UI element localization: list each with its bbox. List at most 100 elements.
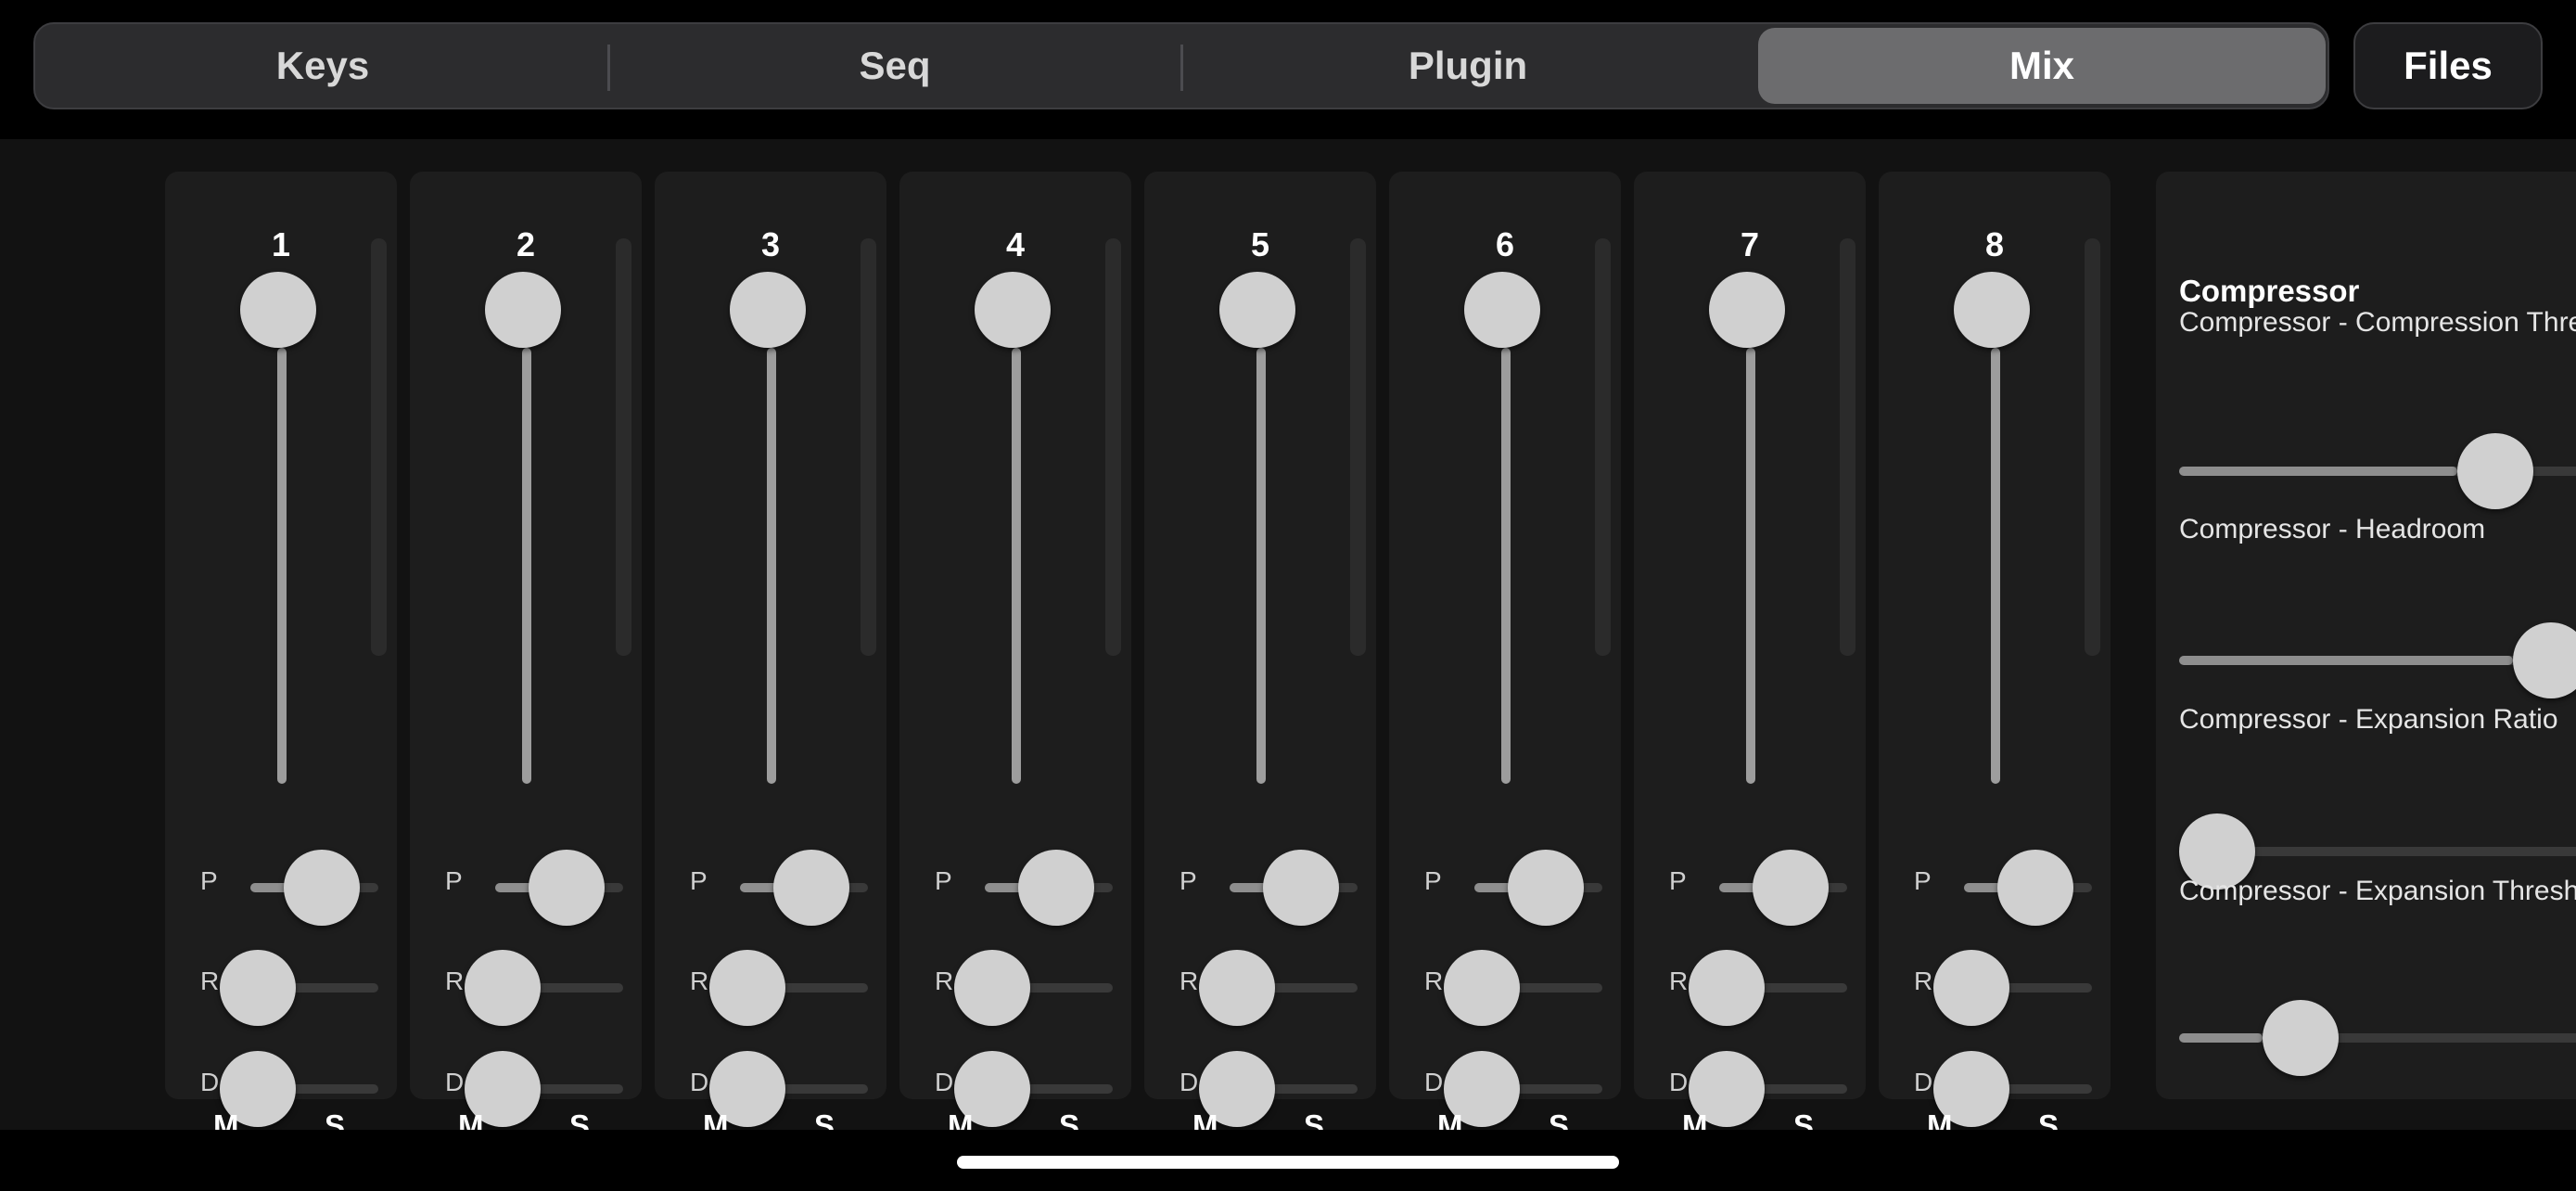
delay-slider[interactable] [465,1051,623,1127]
slider-thumb[interactable] [2263,1000,2339,1076]
reverb-knob[interactable] [1933,950,2009,1026]
headroom-slider[interactable] [2179,622,2576,698]
volume-fader-track[interactable] [767,348,776,784]
pan-knob[interactable] [1997,850,2073,926]
channel-number: 3 [760,225,781,263]
volume-fader-thumb[interactable] [1464,272,1540,348]
pan-slider[interactable] [740,850,868,926]
reverb-slider[interactable] [1933,950,2092,1026]
level-meter [371,238,387,656]
reverb-label: R [1424,967,1444,995]
delay-slider[interactable] [709,1051,868,1127]
reverb-label: R [1180,967,1199,995]
pan-knob[interactable] [1508,850,1584,926]
delay-slider[interactable] [1444,1051,1602,1127]
tab-seq[interactable]: Seq [611,28,1179,104]
delay-slider[interactable] [1199,1051,1358,1127]
pan-knob[interactable] [1263,850,1339,926]
volume-fader-track[interactable] [1256,348,1266,784]
pan-slider[interactable] [1964,850,2092,926]
slider-fill [2179,467,2457,476]
slider-thumb[interactable] [2513,622,2576,698]
channel-strip: 2PRDMS [410,172,642,1143]
tab-plugin[interactable]: Plugin [1184,28,1752,104]
home-indicator[interactable] [957,1156,1619,1169]
reverb-knob[interactable] [220,950,296,1026]
tab-divider [607,45,610,91]
reverb-knob[interactable] [954,950,1030,1026]
tab-keys[interactable]: Keys [39,28,606,104]
channel-strip: 3PRDMS [655,172,886,1143]
volume-fader-thumb[interactable] [240,272,316,348]
compression-threshold-slider[interactable] [2179,433,2576,509]
slider-thumb[interactable] [2457,433,2533,509]
reverb-label: R [935,967,954,995]
pan-slider[interactable] [250,850,378,926]
tab-mix[interactable]: Mix [1758,28,2326,104]
channel-strip: 7PRDMS [1634,172,1866,1143]
channel-strip: 4PRDMS [899,172,1131,1143]
pan-knob[interactable] [1018,850,1094,926]
reverb-slider[interactable] [1444,950,1602,1026]
channel-number: 5 [1250,225,1270,263]
delay-slider[interactable] [954,1051,1113,1127]
volume-fader-thumb[interactable] [975,272,1051,348]
volume-fader-thumb[interactable] [730,272,806,348]
delay-slider[interactable] [1689,1051,1847,1127]
channel-strip: 5PRDMS [1144,172,1376,1143]
reverb-label: R [445,967,465,995]
reverb-label: R [200,967,220,995]
volume-fader-track[interactable] [277,348,287,784]
level-meter [861,238,876,656]
volume-fader-thumb[interactable] [1954,272,2030,348]
reverb-slider[interactable] [709,950,868,1026]
volume-fader-track[interactable] [1746,348,1755,784]
channel-number: 6 [1495,225,1515,263]
pan-knob[interactable] [529,850,605,926]
level-meter [2085,238,2100,656]
delay-label: D [200,1068,220,1096]
expansion-threshold-slider[interactable] [2179,1000,2576,1076]
reverb-knob[interactable] [1689,950,1765,1026]
expansion-ratio-slider[interactable] [2179,813,2576,890]
delay-slider[interactable] [220,1051,378,1127]
channel-number: 1 [271,225,291,263]
pan-knob[interactable] [284,850,360,926]
reverb-slider[interactable] [220,950,378,1026]
reverb-knob[interactable] [1199,950,1275,1026]
reverb-knob[interactable] [1444,950,1520,1026]
pan-slider[interactable] [495,850,623,926]
level-meter [1105,238,1121,656]
delay-label: D [1914,1068,1933,1096]
reverb-label: R [690,967,709,995]
reverb-slider[interactable] [1199,950,1358,1026]
volume-fader-thumb[interactable] [1709,272,1785,348]
channel-number: 2 [516,225,536,263]
volume-fader-track[interactable] [1012,348,1021,784]
volume-fader-track[interactable] [1991,348,2000,784]
volume-fader-thumb[interactable] [1219,272,1295,348]
reverb-slider[interactable] [954,950,1113,1026]
pan-knob[interactable] [773,850,849,926]
delay-slider[interactable] [1933,1051,2092,1127]
files-button[interactable]: Files [2353,22,2543,109]
top-bar: Keys Seq Plugin Mix Files [0,0,2576,139]
pan-slider[interactable] [1719,850,1847,926]
reverb-knob[interactable] [465,950,541,1026]
channel-number: 4 [1005,225,1026,263]
delay-label: D [445,1068,465,1096]
pan-label: P [1914,866,1932,895]
reverb-slider[interactable] [1689,950,1847,1026]
reverb-knob[interactable] [709,950,785,1026]
volume-fader-track[interactable] [1501,348,1511,784]
volume-fader-track[interactable] [522,348,531,784]
reverb-slider[interactable] [465,950,623,1026]
bottom-bar [0,1130,2576,1191]
pan-slider[interactable] [985,850,1113,926]
volume-fader-thumb[interactable] [485,272,561,348]
pan-slider[interactable] [1230,850,1358,926]
level-meter [1350,238,1366,656]
pan-slider[interactable] [1474,850,1602,926]
reverb-label: R [1669,967,1689,995]
pan-knob[interactable] [1753,850,1829,926]
